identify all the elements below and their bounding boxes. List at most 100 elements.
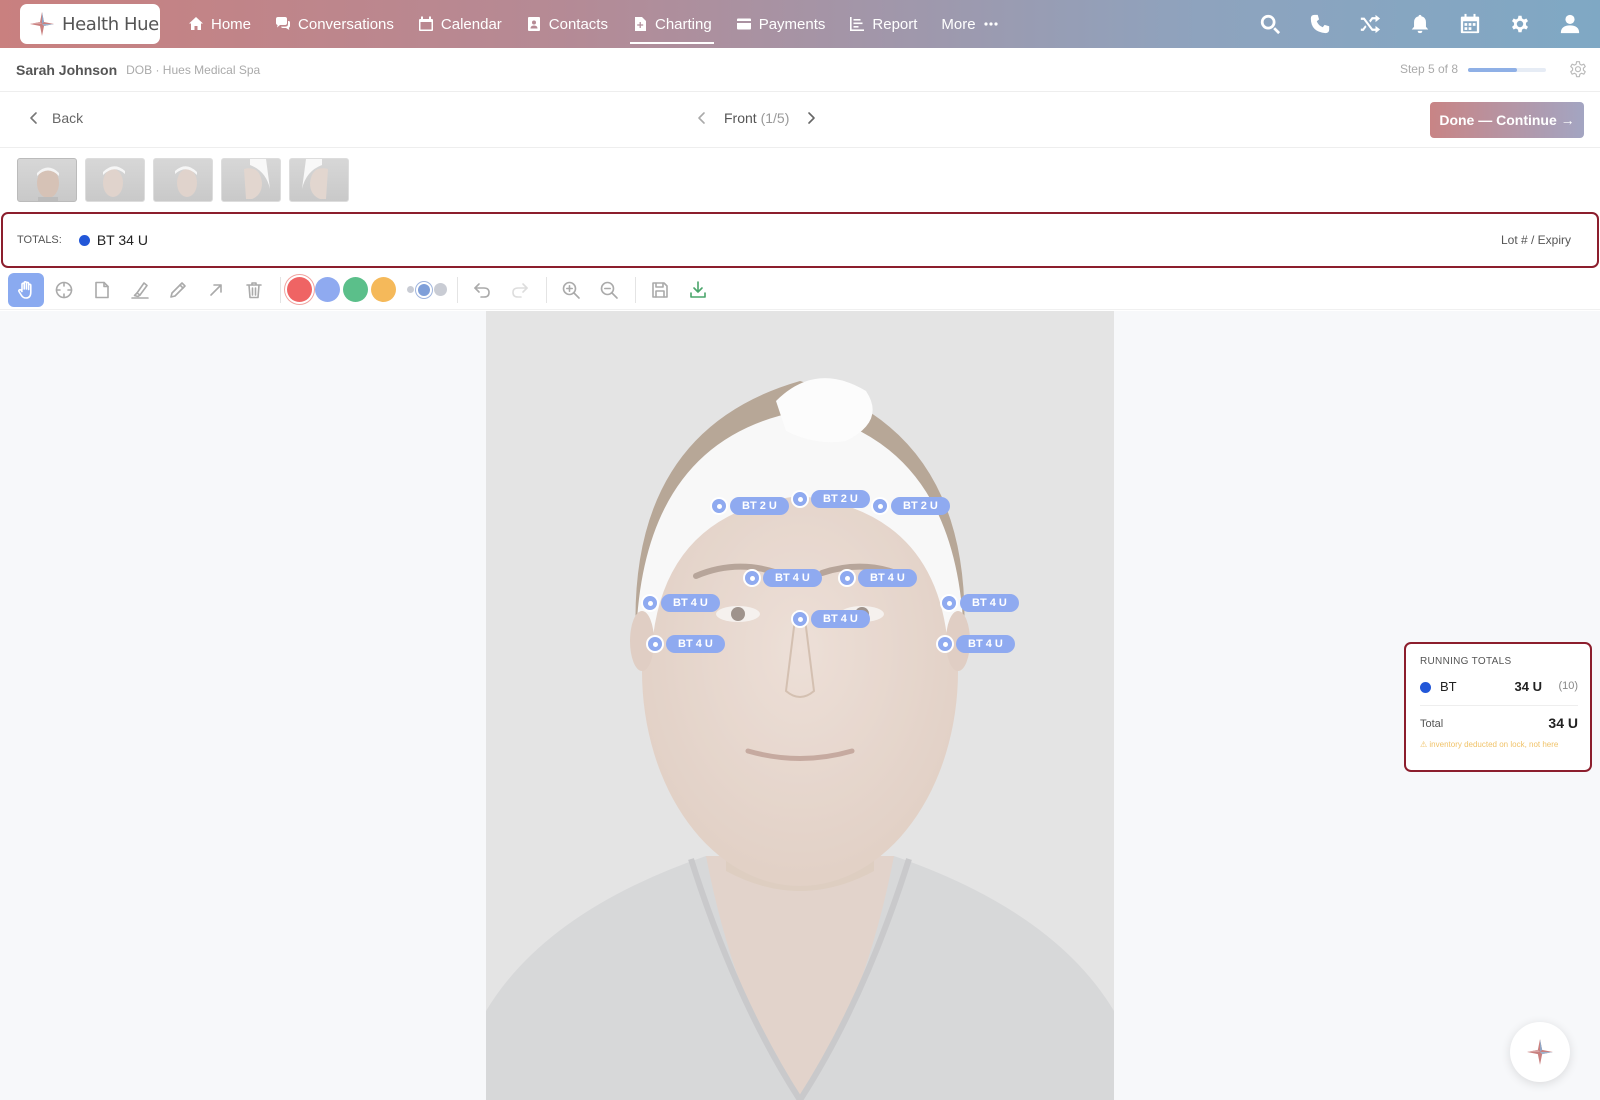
save-icon [652,281,668,298]
step-progress-bar [1468,68,1546,72]
bell-icon[interactable] [1408,12,1432,36]
injection-label[interactable]: BT 4 U [956,635,1015,653]
color-swatch-red[interactable] [287,277,312,302]
undo-icon [474,282,490,298]
injection-point[interactable]: BT 2 U [710,497,789,515]
injection-label[interactable]: BT 4 U [666,635,725,653]
save-button[interactable] [642,273,678,307]
injection-dot[interactable] [838,569,856,587]
nav-report-label: Report [872,15,918,33]
shuffle-icon[interactable] [1358,12,1382,36]
nav-payments[interactable]: Payments [724,0,838,48]
injection-label[interactable]: BT 2 U [891,497,950,515]
trash-icon [246,281,262,298]
lot-expiry-link[interactable]: Lot # / Expiry [1501,233,1571,247]
injection-point[interactable]: BT 4 U [940,594,1019,612]
injection-point[interactable]: BT 4 U [646,635,725,653]
back-button[interactable]: Back [26,110,83,126]
arrow-icon [210,283,222,296]
injection-dot[interactable] [791,490,809,508]
thumbnail-left-oblique[interactable] [85,158,145,202]
injection-label[interactable]: BT 4 U [661,594,720,612]
nav-payments-label: Payments [758,15,826,33]
nav-home[interactable]: Home [176,0,263,48]
injection-dot[interactable] [743,569,761,587]
done-continue-button[interactable]: Done — Continue → [1430,102,1584,138]
thumbnail-left-profile[interactable] [221,158,281,202]
phone-icon[interactable] [1308,12,1332,36]
patient-name[interactable]: Sarah Johnson [16,62,117,78]
injection-point[interactable]: BT 2 U [791,490,870,508]
injection-label[interactable]: BT 4 U [960,594,1019,612]
brush-size-medium[interactable] [418,283,430,296]
brush-size-large[interactable] [434,283,447,296]
injection-point[interactable]: BT 4 U [791,610,870,628]
bt-color-dot [78,234,90,246]
injection-point[interactable]: BT 4 U [936,635,1015,653]
nav-calendar[interactable]: Calendar [406,0,514,48]
nav-charting[interactable]: Charting [620,0,724,48]
injection-label[interactable]: BT 2 U [730,497,789,515]
arrow-tool[interactable] [198,273,234,307]
app-logo[interactable]: Health Hue [20,4,160,44]
injection-dot[interactable] [871,497,889,515]
main-nav: Home Conversations Calendar Contacts Cha… [176,0,1011,48]
toolbar-divider [546,276,547,303]
settings-gear-icon[interactable] [1568,60,1588,80]
download-button[interactable] [680,273,716,307]
nav-calendar-label: Calendar [440,15,502,33]
nav-more[interactable]: More [929,0,1010,48]
hand-icon [18,280,32,299]
injection-point[interactable]: BT 2 U [871,497,950,515]
nav-contacts[interactable]: Contacts [514,0,620,48]
color-swatch-blue[interactable] [315,277,340,302]
gear-icon[interactable] [1508,12,1532,36]
redo-button[interactable] [502,273,538,307]
injection-dot[interactable] [646,635,664,653]
search-icon[interactable] [1258,12,1282,36]
bar-chart-icon [850,17,865,31]
undo-button[interactable] [464,273,500,307]
injection-dot[interactable] [940,594,958,612]
thumbnail-right-oblique[interactable] [153,158,213,202]
delete-tool[interactable] [236,273,272,307]
step-progress-fill [1468,68,1517,72]
injection-point[interactable]: BT 4 U [838,569,917,587]
injection-dot[interactable] [791,610,809,628]
pencil-tool[interactable] [160,273,196,307]
injection-label[interactable]: BT 4 U [811,610,870,628]
assistant-fab[interactable] [1510,1022,1570,1082]
nav-conversations[interactable]: Conversations [263,0,406,48]
injection-label[interactable]: BT 4 U [858,569,917,587]
bt-color-dot [1420,682,1431,693]
zoom-out-button[interactable] [591,273,627,307]
injection-point-tool[interactable] [46,273,82,307]
top-nav: Health Hue Home Conversations Calendar C… [0,0,1600,48]
injection-label[interactable]: BT 4 U [763,569,822,587]
injection-point[interactable]: BT 4 U [641,594,720,612]
pan-tool[interactable] [8,272,44,307]
note-tool[interactable] [84,273,120,307]
nav-report[interactable]: Report [837,0,929,48]
highlighter-tool[interactable] [122,273,158,307]
inventory-warning: ⚠ inventory deducted on lock, not here [1420,740,1559,749]
chart-canvas[interactable]: BT 2 U BT 2 U BT 2 U BT 4 U BT 4 U BT 4 U BT 4… [0,311,1600,1100]
prev-view-icon[interactable] [694,110,710,126]
color-swatch-orange[interactable] [371,277,396,302]
patient-photo-front [486,311,1114,1100]
injection-dot[interactable] [641,594,659,612]
next-view-icon[interactable] [803,110,819,126]
thumbnail-front[interactable] [17,158,77,202]
logo-mark-icon [1527,1039,1553,1065]
user-icon[interactable] [1558,12,1582,36]
injection-label[interactable]: BT 2 U [811,490,870,508]
zoom-in-button[interactable] [553,273,589,307]
injection-point[interactable]: BT 4 U [743,569,822,587]
color-swatch-green[interactable] [343,277,368,302]
injection-dot[interactable] [710,497,728,515]
thumbnail-right-profile[interactable] [289,158,349,202]
injection-dot[interactable] [936,635,954,653]
brush-size-small[interactable] [407,286,414,293]
face-illustration [486,311,1114,1100]
calendar-grid-icon[interactable] [1458,12,1482,36]
